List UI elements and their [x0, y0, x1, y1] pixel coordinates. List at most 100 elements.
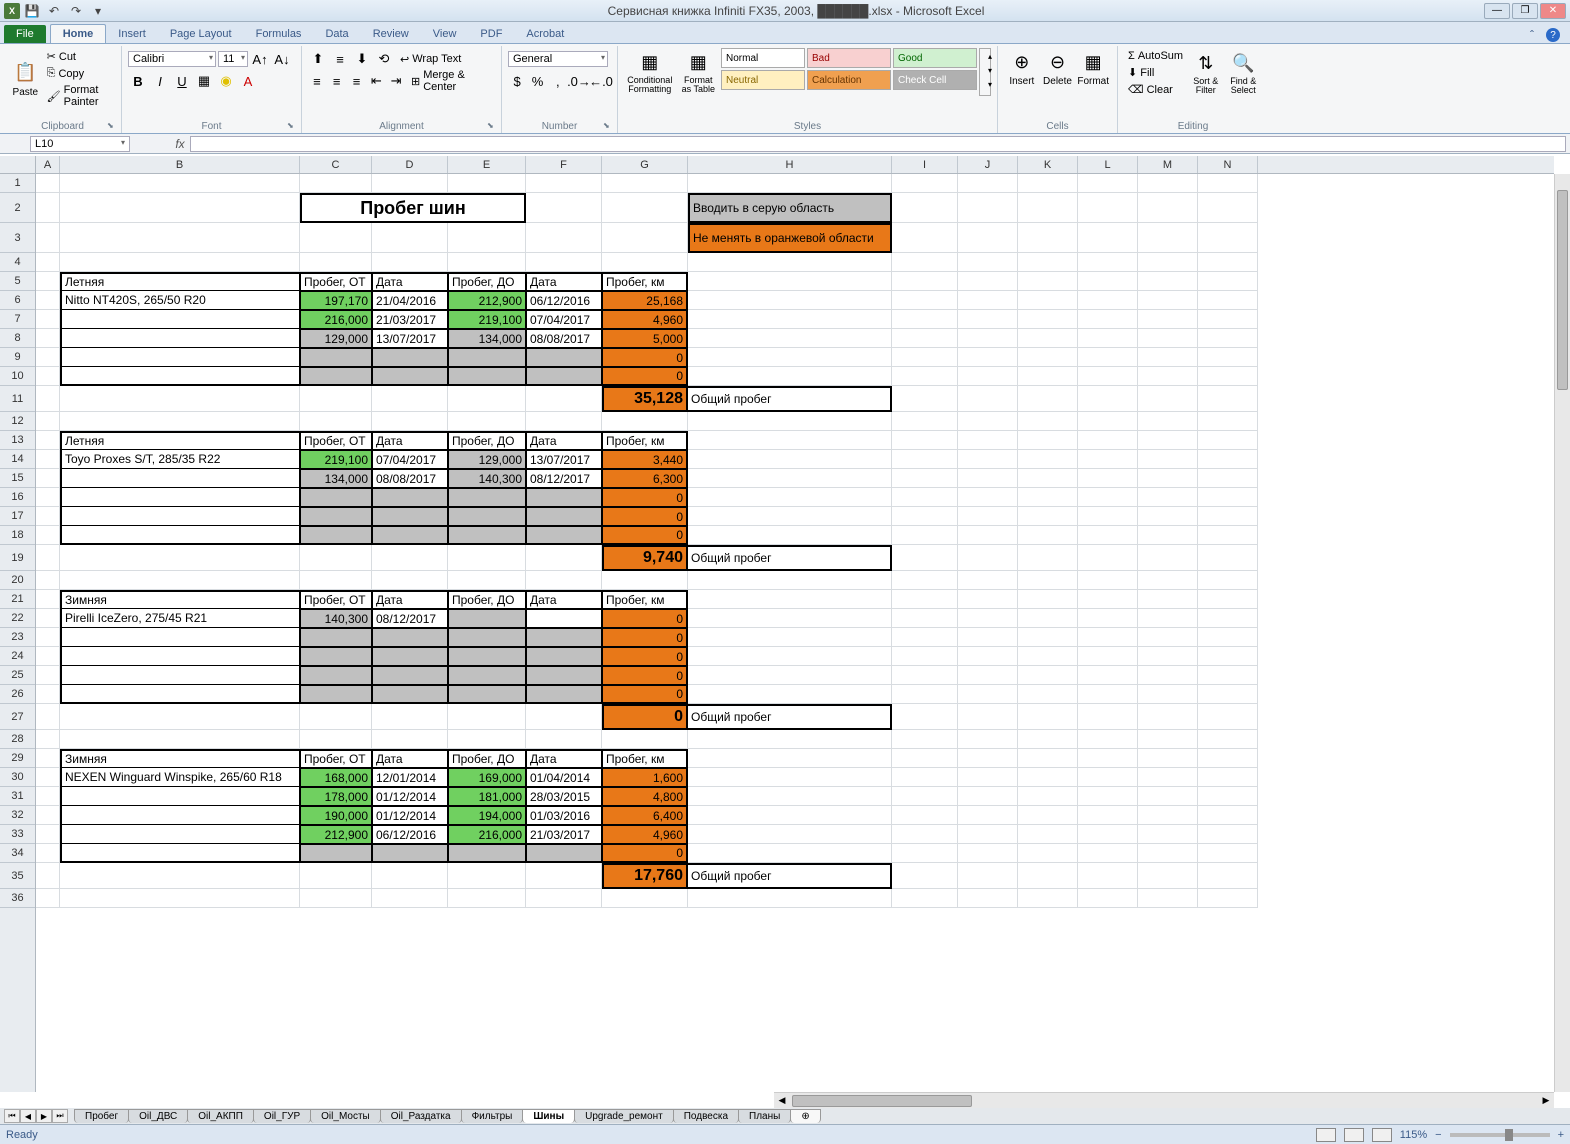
cell-L18[interactable]: [1078, 526, 1138, 545]
cell-H29[interactable]: [688, 749, 892, 768]
rowhead-32[interactable]: 32: [0, 806, 35, 825]
cell-D17[interactable]: [372, 507, 448, 526]
cell-N31[interactable]: [1198, 787, 1258, 806]
rowhead-28[interactable]: 28: [0, 730, 35, 749]
tab-formulas[interactable]: Formulas: [244, 25, 314, 43]
cell-C1[interactable]: [300, 174, 372, 193]
conditional-formatting-button[interactable]: ▦Conditional Formatting: [624, 48, 676, 96]
cell-G20[interactable]: [602, 571, 688, 590]
cell-J22[interactable]: [958, 609, 1018, 628]
cell-H31[interactable]: [688, 787, 892, 806]
rowhead-34[interactable]: 34: [0, 844, 35, 863]
scroll-left-button[interactable]: ◀: [774, 1095, 790, 1106]
restore-button[interactable]: ❐: [1512, 3, 1538, 19]
cell-J6[interactable]: [958, 291, 1018, 310]
cell-K18[interactable]: [1018, 526, 1078, 545]
cell-H13[interactable]: [688, 431, 892, 450]
cell-K29[interactable]: [1018, 749, 1078, 768]
cell-F6[interactable]: 06/12/2016: [526, 291, 602, 310]
cell-J20[interactable]: [958, 571, 1018, 590]
cell-K26[interactable]: [1018, 685, 1078, 704]
decrease-decimal-button[interactable]: ←.0: [591, 71, 611, 91]
cell-G18[interactable]: 0: [602, 526, 688, 545]
undo-button[interactable]: ↶: [44, 2, 64, 20]
cell-K12[interactable]: [1018, 412, 1078, 431]
cell-A19[interactable]: [36, 545, 60, 571]
rowhead-3[interactable]: 3: [0, 223, 35, 253]
cell-N15[interactable]: [1198, 469, 1258, 488]
format-cells-button[interactable]: ▦Format: [1075, 48, 1111, 89]
cell-E29[interactable]: Пробег, ДО: [448, 749, 526, 768]
cell-E28[interactable]: [448, 730, 526, 749]
colhead-G[interactable]: G: [602, 156, 688, 173]
cell-K7[interactable]: [1018, 310, 1078, 329]
cell-I14[interactable]: [892, 450, 958, 469]
cell-B13[interactable]: Летняя: [60, 431, 300, 450]
rowhead-21[interactable]: 21: [0, 590, 35, 609]
cell-I25[interactable]: [892, 666, 958, 685]
cell-G29[interactable]: Пробег, км: [602, 749, 688, 768]
cell-N23[interactable]: [1198, 628, 1258, 647]
cell-F35[interactable]: [526, 863, 602, 889]
rowhead-17[interactable]: 17: [0, 507, 35, 526]
cell-L12[interactable]: [1078, 412, 1138, 431]
cell-I2[interactable]: [892, 193, 958, 223]
cell-E5[interactable]: Пробег, ДО: [448, 272, 526, 291]
save-button[interactable]: 💾: [22, 2, 42, 20]
rowhead-2[interactable]: 2: [0, 193, 35, 223]
comma-button[interactable]: ,: [549, 71, 567, 91]
cell-E23[interactable]: [448, 628, 526, 647]
cell-C33[interactable]: 212,900: [300, 825, 372, 844]
cell-I17[interactable]: [892, 507, 958, 526]
cell-N33[interactable]: [1198, 825, 1258, 844]
cell-D18[interactable]: [372, 526, 448, 545]
cell-N17[interactable]: [1198, 507, 1258, 526]
cell-L25[interactable]: [1078, 666, 1138, 685]
cell-I31[interactable]: [892, 787, 958, 806]
format-painter-button[interactable]: 🖌Format Painter: [43, 82, 115, 110]
cell-A33[interactable]: [36, 825, 60, 844]
cell-K28[interactable]: [1018, 730, 1078, 749]
cell-B28[interactable]: [60, 730, 300, 749]
cell-A8[interactable]: [36, 329, 60, 348]
cell-G11[interactable]: 35,128: [602, 386, 688, 412]
cell-H11[interactable]: Общий пробег: [688, 386, 892, 412]
cell-L27[interactable]: [1078, 704, 1138, 730]
rowhead-7[interactable]: 7: [0, 310, 35, 329]
cell-J10[interactable]: [958, 367, 1018, 386]
cell-H3[interactable]: Не менять в оранжевой области: [688, 223, 892, 253]
cell-M36[interactable]: [1138, 889, 1198, 908]
cell-I5[interactable]: [892, 272, 958, 291]
sheet-tab-Шины[interactable]: Шины: [522, 1109, 575, 1123]
zoom-slider[interactable]: [1450, 1133, 1550, 1137]
cell-A35[interactable]: [36, 863, 60, 889]
cell-E33[interactable]: 216,000: [448, 825, 526, 844]
cell-H20[interactable]: [688, 571, 892, 590]
cell-M31[interactable]: [1138, 787, 1198, 806]
cell-K5[interactable]: [1018, 272, 1078, 291]
align-center-button[interactable]: ≡: [328, 71, 346, 91]
cell-C16[interactable]: [300, 488, 372, 507]
rowhead-4[interactable]: 4: [0, 253, 35, 272]
cell-L2[interactable]: [1078, 193, 1138, 223]
cell-B31[interactable]: [60, 787, 300, 806]
sheet-tab-Oil_АКПП[interactable]: Oil_АКПП: [187, 1109, 254, 1123]
cell-F11[interactable]: [526, 386, 602, 412]
cell-E11[interactable]: [448, 386, 526, 412]
cell-F31[interactable]: 28/03/2015: [526, 787, 602, 806]
cell-C11[interactable]: [300, 386, 372, 412]
cell-L16[interactable]: [1078, 488, 1138, 507]
cell-G32[interactable]: 6,400: [602, 806, 688, 825]
cell-B7[interactable]: [60, 310, 300, 329]
cell-B33[interactable]: [60, 825, 300, 844]
rowhead-22[interactable]: 22: [0, 609, 35, 628]
cell-G34[interactable]: 0: [602, 844, 688, 863]
cell-L31[interactable]: [1078, 787, 1138, 806]
styles-more[interactable]: ▾: [980, 77, 1000, 91]
fill-color-button[interactable]: ◉: [216, 71, 236, 91]
cell-K9[interactable]: [1018, 348, 1078, 367]
cell-D31[interactable]: 01/12/2014: [372, 787, 448, 806]
cell-A9[interactable]: [36, 348, 60, 367]
cell-I16[interactable]: [892, 488, 958, 507]
cell-D29[interactable]: Дата: [372, 749, 448, 768]
